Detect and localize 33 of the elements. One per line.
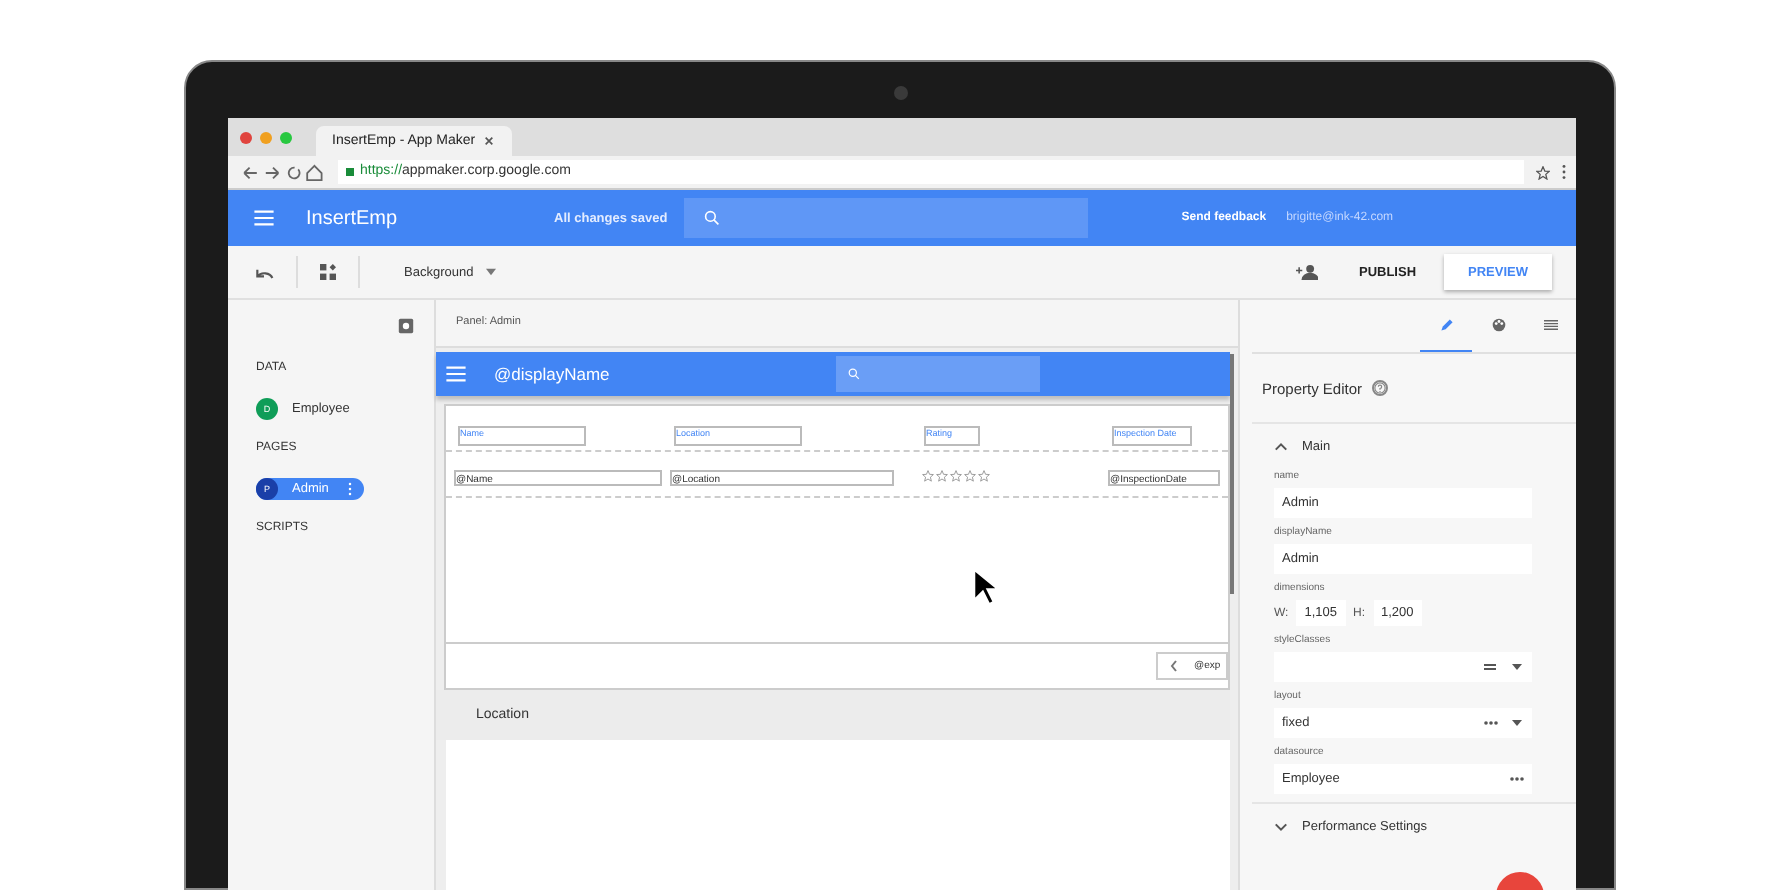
more-icon[interactable] [348, 482, 353, 496]
menu-icon[interactable] [446, 366, 466, 382]
star-icon[interactable] [1536, 165, 1550, 179]
palette-icon [1491, 318, 1505, 332]
search-field[interactable] [836, 356, 1040, 392]
app-title: InsertEmp [306, 207, 400, 229]
pencil-icon [1439, 318, 1453, 332]
header-title: @displayName [494, 364, 612, 384]
navigation-icons[interactable] [238, 163, 326, 181]
more-caret-icon[interactable] [1484, 718, 1524, 728]
cursor-icon [972, 568, 998, 606]
add-person-icon[interactable] [1296, 264, 1319, 280]
search-field[interactable] [683, 198, 1088, 238]
chevron-up-icon [1274, 442, 1288, 452]
caret-icon[interactable] [485, 268, 496, 276]
list-icon [1543, 318, 1557, 332]
list-caret-icon[interactable] [1484, 662, 1524, 672]
search-icon [848, 368, 860, 380]
camera-icon [894, 86, 908, 100]
star-rating[interactable] [920, 470, 992, 482]
chevron-down-icon [1274, 822, 1288, 832]
window-controls-icon [240, 131, 292, 143]
help-icon[interactable] [1372, 380, 1389, 396]
undo-icon[interactable] [254, 265, 274, 279]
settings-icon[interactable] [398, 318, 414, 334]
chevron-left-icon[interactable] [1170, 660, 1178, 672]
widgets-icon[interactable] [320, 264, 336, 280]
close-icon[interactable] [484, 136, 494, 146]
select-field[interactable] [1274, 652, 1532, 682]
scrollbar[interactable] [1230, 354, 1234, 594]
more-icon[interactable] [1510, 774, 1524, 784]
search-icon [703, 210, 720, 226]
menu-icon[interactable] [254, 210, 274, 226]
